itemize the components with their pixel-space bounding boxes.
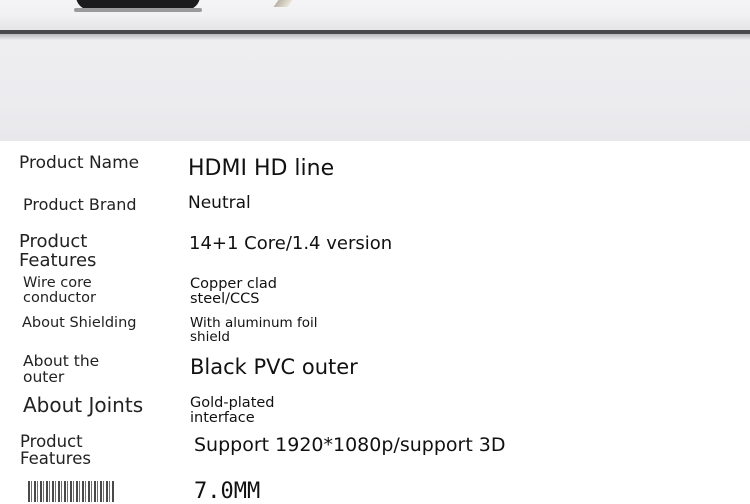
spec-label-product-features-2: Product Features	[20, 432, 91, 469]
spec-label-product-features: Product Features	[19, 231, 97, 271]
spec-value-outer: Black PVC outer	[190, 355, 358, 379]
spec-label-joints: About Joints	[23, 393, 144, 417]
spec-value-wire-core: Copper clad steel/CCS	[190, 276, 277, 308]
spec-value-shielding: With aluminum foil shield	[190, 315, 318, 346]
spec-label-product-brand: Product Brand	[23, 195, 137, 214]
spec-value-product-features: 14+1 Core/1.4 version	[189, 233, 393, 254]
spec-value-product-name: HDMI HD line	[188, 156, 335, 181]
spec-label-outer: About the outer	[23, 352, 100, 387]
hdmi-device-base	[74, 8, 202, 12]
spec-value-product-brand: Neutral	[188, 193, 251, 213]
product-photo	[0, 0, 750, 141]
watermark-stamp	[28, 481, 114, 502]
spec-label-product-name: Product Name	[19, 153, 140, 173]
spec-label-shielding: About Shielding	[22, 315, 137, 331]
shelf-shadow	[0, 34, 750, 40]
spec-label-wire-core: Wire core conductor	[23, 275, 96, 307]
spec-value-joints: Gold-plated interface	[190, 395, 275, 427]
spec-value-diameter: 7.0MM	[194, 479, 261, 504]
cable-tip-image	[273, 0, 293, 7]
spec-value-product-features-2: Support 1920*1080p/support 3D	[194, 434, 506, 456]
